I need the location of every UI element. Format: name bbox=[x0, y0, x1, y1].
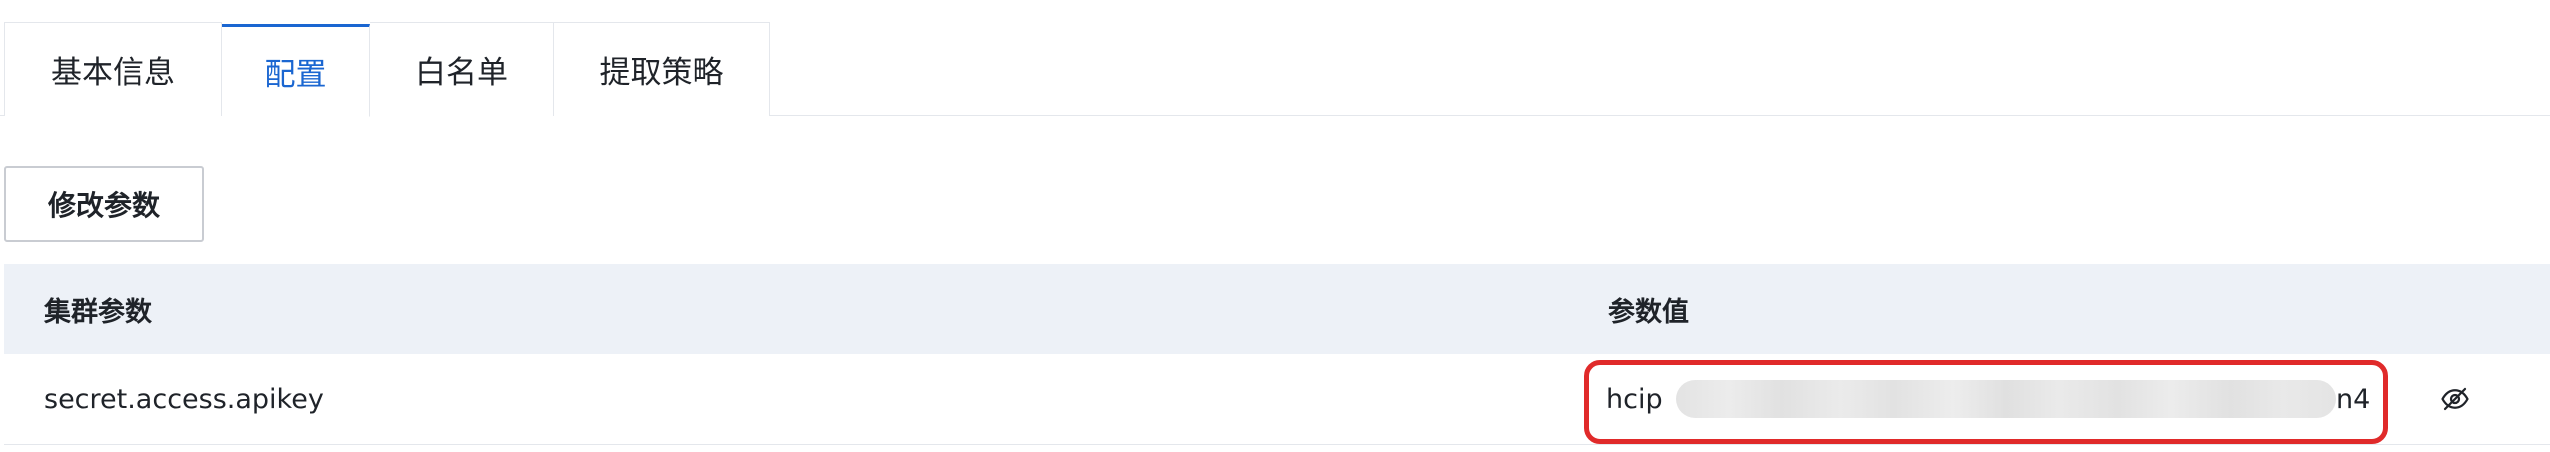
tab-bar: 基本信息 配置 白名单 提取策略 bbox=[0, 0, 2550, 117]
row-divider bbox=[4, 444, 2550, 445]
tab-basic-info[interactable]: 基本信息 bbox=[4, 22, 222, 116]
modify-params-button[interactable]: 修改参数 bbox=[4, 166, 204, 242]
eye-hidden-icon[interactable] bbox=[2434, 378, 2476, 420]
param-name-cell: secret.access.apikey bbox=[44, 383, 324, 415]
value-highlight-box bbox=[1584, 360, 2388, 444]
column-header-param-value: 参数值 bbox=[1608, 296, 1689, 328]
config-page: 基本信息 配置 白名单 提取策略 修改参数 集群参数 参数值 secret.ac… bbox=[0, 0, 2550, 452]
tab-extraction-policy[interactable]: 提取策略 bbox=[554, 22, 770, 116]
table-header: 集群参数 参数值 bbox=[4, 264, 2550, 354]
tab-whitelist[interactable]: 白名单 bbox=[370, 22, 554, 116]
column-header-cluster-param: 集群参数 bbox=[44, 296, 152, 328]
tab-config[interactable]: 配置 bbox=[222, 24, 370, 117]
